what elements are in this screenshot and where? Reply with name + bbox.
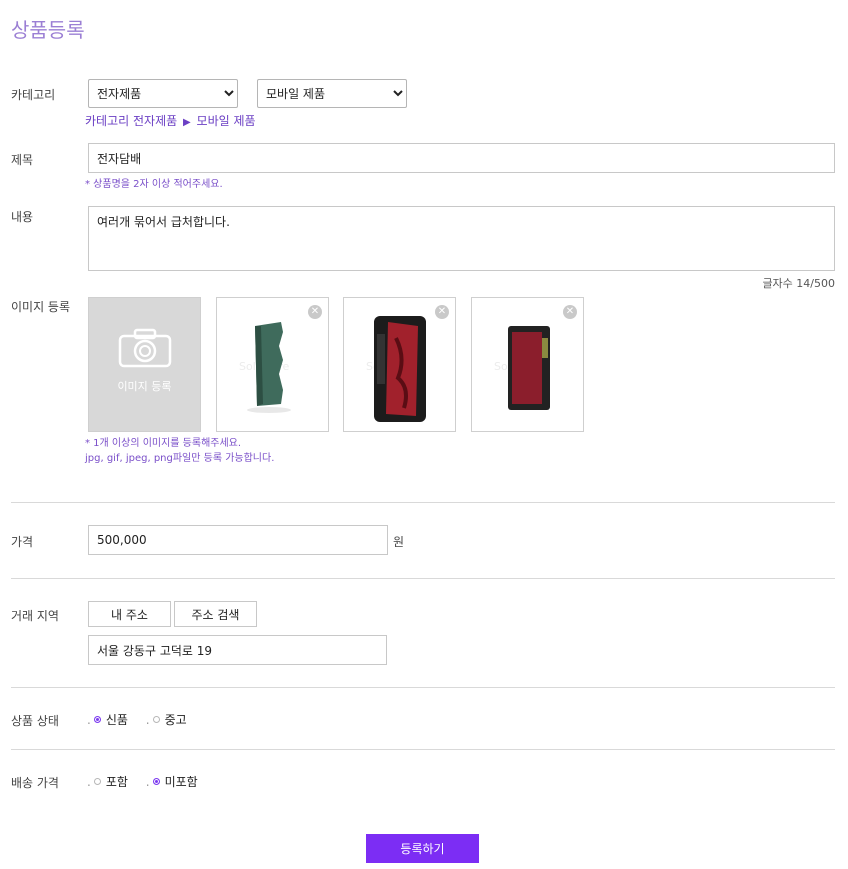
image-hint-1: * 1개 이상의 이미지를 등록해주세요. <box>85 438 242 449</box>
breadcrumb-secondary: 모바일 제품 <box>196 114 256 128</box>
condition-label: 상품 상태 <box>11 714 59 728</box>
radio-dot[interactable] <box>93 716 101 723</box>
char-count: 글자수 14/500 <box>762 277 835 290</box>
condition-radio-new[interactable]: . 신품 <box>87 711 128 728</box>
shipping-radio-included[interactable]: . 포함 <box>87 773 128 790</box>
image-thumbnail[interactable]: Soleware ✕ <box>343 297 456 432</box>
my-address-button[interactable]: 내 주소 <box>88 601 171 627</box>
address-input[interactable] <box>88 635 387 665</box>
category-label: 카테고리 <box>11 88 56 102</box>
shipping-radio-group: . 포함 . 미포함 <box>87 773 212 790</box>
remove-image-close-icon[interactable]: ✕ <box>563 305 577 319</box>
breadcrumb-root: 카테고리 <box>85 114 130 128</box>
triangle-right-icon: ▶ <box>183 117 191 128</box>
price-label: 가격 <box>11 535 34 549</box>
page-title: 상품등록 <box>11 18 85 42</box>
subject-label: 제목 <box>11 153 34 167</box>
address-search-button[interactable]: 주소 검색 <box>174 601 257 627</box>
shipping-label: 배송 가격 <box>11 776 59 790</box>
location-label: 거래 지역 <box>11 609 59 623</box>
shipping-radio-excluded[interactable]: . 미포함 <box>146 773 198 790</box>
content-label: 내용 <box>11 210 34 224</box>
radio-dot[interactable] <box>152 716 160 723</box>
divider <box>11 749 835 750</box>
subject-hint: * 상품명을 2자 이상 적어주세요. <box>85 179 223 190</box>
divider <box>11 578 835 579</box>
image-thumbnail[interactable]: Soleware ✕ <box>216 297 329 432</box>
price-input[interactable] <box>88 525 388 555</box>
upload-label: 이미지 등록 <box>117 380 172 393</box>
remove-image-close-icon[interactable]: ✕ <box>308 305 322 319</box>
divider <box>11 502 835 503</box>
condition-radio-group: . 신품 . 중고 <box>87 711 201 728</box>
subject-input[interactable] <box>88 143 835 173</box>
radio-dot[interactable] <box>93 778 101 785</box>
condition-radio-used[interactable]: . 중고 <box>146 711 187 728</box>
image-upload-button[interactable]: 이미지 등록 <box>88 297 201 432</box>
remove-image-close-icon[interactable]: ✕ <box>435 305 449 319</box>
camera-icon <box>118 328 172 368</box>
price-unit: 원 <box>393 535 405 549</box>
image-thumbnail[interactable]: Soleware ✕ <box>471 297 584 432</box>
category-breadcrumb: 카테고리 전자제품 ▶ 모바일 제품 <box>85 112 256 129</box>
breadcrumb-primary: 전자제품 <box>133 114 178 128</box>
radio-dot[interactable] <box>152 778 160 785</box>
category-secondary-select[interactable]: 모바일 제품 <box>257 79 407 108</box>
divider <box>11 687 835 688</box>
submit-button[interactable]: 등록하기 <box>366 834 479 863</box>
category-primary-select[interactable]: 전자제품 <box>88 79 238 108</box>
image-hint-2: jpg, gif, jpeg, png파일만 등록 가능합니다. <box>85 453 275 464</box>
images-label: 이미지 등록 <box>11 300 71 314</box>
content-textarea[interactable]: 여러개 묶어서 급처합니다. <box>88 206 835 271</box>
